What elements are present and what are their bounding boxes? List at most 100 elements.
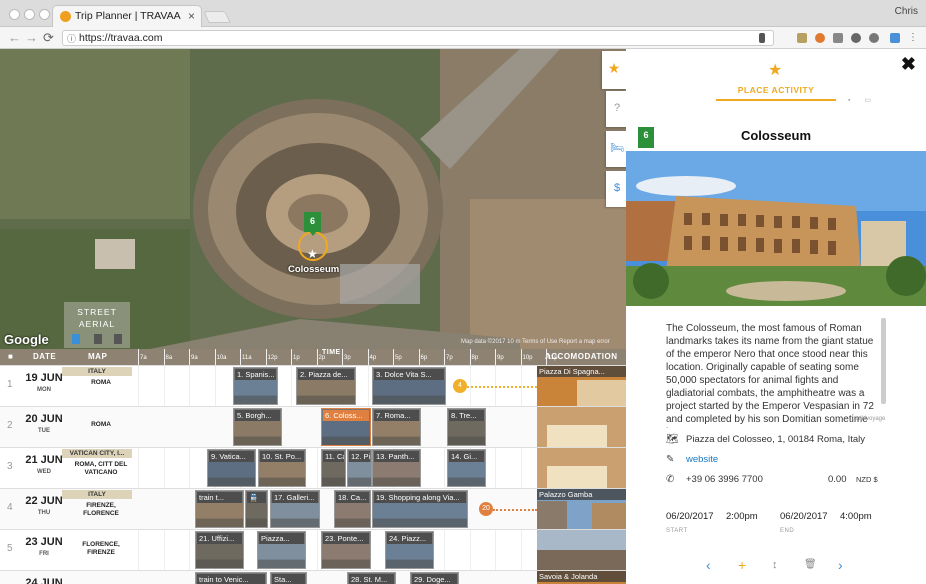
activity-card[interactable]: 13. Panth... bbox=[372, 449, 421, 487]
help-tab-icon[interactable]: ? bbox=[606, 91, 628, 127]
activity-card[interactable]: 8. Tre... bbox=[447, 408, 486, 446]
extension-icon[interactable] bbox=[851, 33, 861, 43]
activity-card[interactable]: Sta... bbox=[270, 572, 307, 584]
map-mode-icons[interactable] bbox=[68, 333, 126, 345]
street-view-option[interactable]: STREET bbox=[64, 306, 130, 318]
end-date[interactable]: 06/20/2017 bbox=[780, 511, 828, 522]
activity-card[interactable]: 12. Pi... bbox=[347, 449, 372, 487]
key-icon[interactable] bbox=[759, 33, 765, 43]
accommodation-card[interactable] bbox=[537, 407, 626, 447]
activity-count-badge[interactable]: 4 bbox=[453, 379, 467, 393]
day-row[interactable]: 4 22 JUN THU ITALY FIRENZE, FLORENCE train t.… bbox=[0, 488, 626, 529]
extension-icon[interactable] bbox=[815, 33, 825, 43]
previous-icon[interactable]: ‹ bbox=[706, 557, 711, 573]
end-time[interactable]: 4:00pm bbox=[840, 511, 872, 522]
extension-icon[interactable] bbox=[833, 33, 843, 43]
bed-tab-icon[interactable]: 🛏 bbox=[606, 131, 628, 167]
activity-card[interactable]: 7. Roma... bbox=[372, 408, 421, 446]
back-icon[interactable]: ← bbox=[8, 30, 21, 46]
forward-icon[interactable]: → bbox=[25, 30, 38, 46]
activity-card[interactable]: 1. Spanis... bbox=[233, 367, 278, 405]
activity-card[interactable]: 14. Gi... bbox=[447, 449, 486, 487]
activity-card[interactable]: 29. Doge... bbox=[410, 572, 459, 584]
tab-close-icon[interactable]: × bbox=[188, 6, 195, 26]
next-icon[interactable]: › bbox=[838, 557, 843, 573]
panel-header-title[interactable]: PLACE ACTIVITY bbox=[716, 85, 836, 95]
activity-card[interactable]: 2. Piazza de... bbox=[296, 367, 356, 405]
reload-icon[interactable]: ⟳ bbox=[43, 30, 54, 46]
move-icon[interactable]: ↕ bbox=[772, 557, 778, 573]
extension-icon[interactable] bbox=[869, 33, 879, 43]
activity-card[interactable]: 5. Borgh... bbox=[233, 408, 282, 446]
activity-card[interactable]: 3. Dolce Vita S... bbox=[372, 367, 446, 405]
activity-card[interactable]: 24. Piazz... bbox=[385, 531, 434, 569]
city-label: FLORENCE, FIRENZE bbox=[82, 541, 120, 556]
day-row[interactable]: 1 19 JUN MON ITALY ROMA 1. Spanis... 2. Piazza… bbox=[0, 365, 626, 406]
info-icon[interactable]: ⓘ bbox=[67, 32, 76, 46]
window-close-button[interactable] bbox=[9, 9, 20, 20]
activity-card[interactable]: Piazza... bbox=[257, 531, 306, 569]
day-row[interactable]: 5 23 JUN FRI FLORENCE, FIRENZE 21. Uffizi...… bbox=[0, 529, 626, 570]
delete-icon[interactable]: 🗑 bbox=[804, 557, 817, 573]
day-row[interactable]: 2 20 JUN TUE ROMA 5. Borgh... 6. Coloss... 7. … bbox=[0, 406, 626, 447]
map-view[interactable]: 6 ★ Colosseum Google STREET AERIAL Map d… bbox=[0, 49, 626, 349]
activity-card[interactable]: 18. Ca... bbox=[334, 490, 371, 528]
activity-card[interactable]: 9. Vatica... bbox=[207, 449, 256, 487]
aerial-view-option[interactable]: AERIAL bbox=[64, 318, 130, 330]
menu-icon[interactable]: ⋮ bbox=[908, 33, 918, 43]
activity-card[interactable]: 6. Coloss... bbox=[321, 408, 371, 446]
price-value[interactable]: 0.00 bbox=[828, 474, 847, 485]
day-date[interactable]: 21 JUN WED bbox=[24, 454, 64, 478]
day-date[interactable]: 24 JUNSAT bbox=[24, 577, 64, 584]
accommodation-card[interactable]: Savoia & Jolanda bbox=[537, 571, 626, 584]
description-scrollbar[interactable] bbox=[881, 318, 886, 404]
window-minimize-button[interactable] bbox=[24, 9, 35, 20]
activity-card[interactable]: 17. Galleri... bbox=[270, 490, 320, 528]
add-icon[interactable]: + bbox=[738, 557, 746, 573]
map-attribution[interactable]: Map data ©2017 10 m Terms of Use Report … bbox=[461, 339, 610, 345]
day-date[interactable]: 19 JUN MON bbox=[24, 372, 64, 396]
profile-name[interactable]: Chris bbox=[895, 6, 918, 17]
star-tab-icon[interactable]: ★ bbox=[602, 51, 626, 89]
activity-count-badge[interactable]: 20 bbox=[479, 502, 493, 516]
activity-card-label: 23. Ponte... bbox=[323, 533, 369, 544]
activity-card[interactable]: 11. Ca... bbox=[321, 449, 346, 487]
start-date[interactable]: 06/20/2017 bbox=[666, 511, 714, 522]
activity-card[interactable]: 23. Ponte... bbox=[321, 531, 371, 569]
star-icon: ★ bbox=[768, 62, 783, 79]
accommodation-label: Piazza Di Spagna... bbox=[537, 366, 626, 377]
accommodation-card[interactable] bbox=[537, 530, 626, 570]
accommodation-card[interactable]: Palazzo Gamba bbox=[537, 489, 626, 529]
map-marker-pin[interactable]: 6 bbox=[304, 212, 321, 236]
activity-card[interactable]: 19. Shopping along Via... bbox=[372, 490, 468, 528]
activity-card[interactable]: 10. St. Po... bbox=[258, 449, 306, 487]
start-time[interactable]: 2:00pm bbox=[726, 511, 758, 522]
source-credit[interactable]: wikivoyage bbox=[856, 416, 885, 422]
day-date[interactable]: 23 JUN FRI bbox=[24, 536, 64, 560]
activity-card[interactable]: 21. Uffizi... bbox=[195, 531, 244, 569]
window-zoom-button[interactable] bbox=[39, 9, 50, 20]
activity-card[interactable]: 28. St. M... bbox=[347, 572, 396, 584]
extension-icon[interactable] bbox=[797, 33, 807, 43]
map-type-control[interactable]: STREET AERIAL bbox=[64, 302, 130, 348]
day-row[interactable]: 3 21 JUN WED VATICAN CITY, I... ROMA, CITT D… bbox=[0, 447, 626, 488]
extension-icon[interactable] bbox=[890, 33, 900, 43]
address-bar[interactable]: ⓘ https://travaa.com bbox=[62, 30, 774, 46]
close-icon[interactable]: ✖ bbox=[901, 54, 916, 75]
activity-card[interactable]: train to Venic... bbox=[195, 572, 267, 584]
day-row[interactable]: 624 JUNSATFLORENCEtrain to Venic...Sta..… bbox=[0, 570, 626, 584]
activity-card[interactable]: 🚆 bbox=[245, 490, 268, 528]
place-detail: ✖ ★ PLACE ACTIVITY ▪ ▭ Colosseum 6 The C… bbox=[626, 49, 926, 584]
accommodation-card[interactable] bbox=[537, 448, 626, 488]
browser-tab-active[interactable]: Trip Planner | TRAVAA × bbox=[52, 5, 202, 27]
day-date[interactable]: 22 JUN THU bbox=[24, 495, 64, 519]
select-all-icon[interactable]: ■ bbox=[8, 352, 13, 361]
accommodation-card[interactable]: Piazza Di Spagna... bbox=[537, 366, 626, 406]
activity-card[interactable]: train t... bbox=[195, 490, 244, 528]
activity-card-label: 5. Borgh... bbox=[235, 410, 280, 421]
dollar-tab-icon[interactable]: $ bbox=[606, 171, 628, 207]
day-date[interactable]: 20 JUN TUE bbox=[24, 413, 64, 437]
mini-tab-icons[interactable]: ▪ ▭ bbox=[848, 96, 877, 104]
new-tab-button[interactable] bbox=[203, 11, 231, 23]
website-link[interactable]: website bbox=[686, 454, 718, 465]
